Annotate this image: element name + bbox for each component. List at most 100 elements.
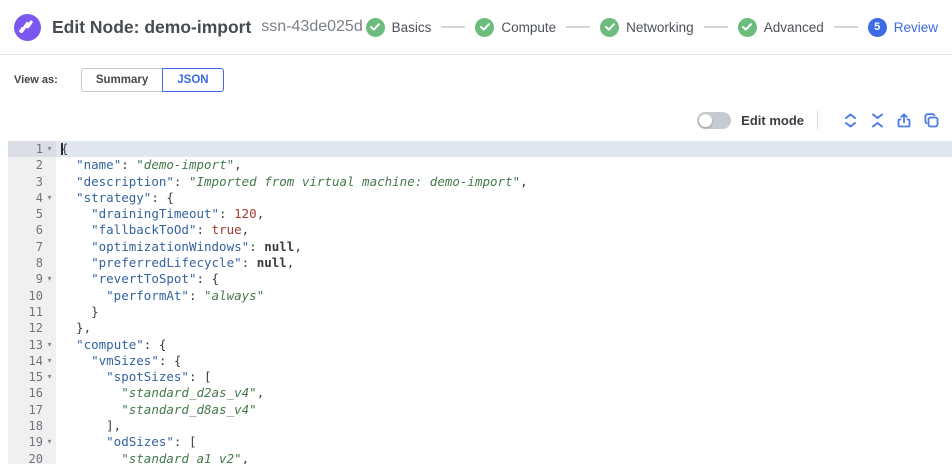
code-line[interactable]: 11 } — [8, 304, 952, 320]
code-text[interactable]: { — [56, 141, 952, 157]
gutter-cell: 5 — [8, 206, 56, 222]
line-number: 4 — [8, 190, 43, 206]
spot-logo-icon — [14, 14, 41, 41]
code-text[interactable]: "compute": { — [56, 337, 952, 353]
code-line[interactable]: 6 "fallbackToOd": true, — [8, 222, 952, 238]
view-as-row: View as: SummaryJSON — [0, 68, 952, 92]
toggle-knob — [699, 114, 712, 127]
line-number: 9 — [8, 271, 43, 287]
line-number: 20 — [8, 451, 43, 464]
step-number: 5 — [868, 18, 887, 37]
code-line[interactable]: 19▾ "odSizes": [ — [8, 434, 952, 450]
wizard-stepper: Basics Compute Networking Advanced 5 Review — [366, 18, 938, 37]
fold-arrow-icon[interactable]: ▾ — [43, 141, 56, 157]
line-number: 6 — [8, 222, 43, 238]
edit-mode-toggle[interactable] — [697, 112, 731, 129]
line-number: 2 — [8, 157, 43, 173]
gutter-cell: 7 — [8, 239, 56, 255]
line-number: 12 — [8, 320, 43, 336]
code-text[interactable]: "standard_a1_v2", — [56, 451, 952, 464]
view-as-toggle: SummaryJSON — [81, 68, 224, 92]
code-line[interactable]: 15▾ "spotSizes": [ — [8, 369, 952, 385]
step-basics[interactable]: Basics — [366, 18, 432, 37]
step-check-icon — [366, 18, 385, 37]
code-text[interactable]: "strategy": { — [56, 190, 952, 206]
code-text[interactable]: "revertToSpot": { — [56, 271, 952, 287]
line-number: 8 — [8, 255, 43, 271]
gutter-cell: 19▾ — [8, 434, 56, 450]
export-icon[interactable] — [896, 112, 912, 128]
code-line[interactable]: 12 }, — [8, 320, 952, 336]
gutter-cell: 13▾ — [8, 337, 56, 353]
json-editor[interactable]: 1▾{2 "name": "demo-import",3 "descriptio… — [0, 141, 952, 464]
header: Edit Node: demo-import ssn-43de025d Basi… — [0, 0, 952, 55]
collapse-all-icon[interactable] — [869, 112, 885, 128]
step-networking[interactable]: Networking — [600, 18, 694, 37]
fold-arrow-icon[interactable]: ▾ — [43, 369, 56, 385]
code-text[interactable]: } — [56, 304, 952, 320]
step-compute[interactable]: Compute — [475, 18, 556, 37]
line-number: 7 — [8, 239, 43, 255]
code-text[interactable]: "optimizationWindows": null, — [56, 239, 952, 255]
code-line[interactable]: 7 "optimizationWindows": null, — [8, 239, 952, 255]
code-line[interactable]: 13▾ "compute": { — [8, 337, 952, 353]
code-text[interactable]: "name": "demo-import", — [56, 157, 952, 173]
line-number: 14 — [8, 353, 43, 369]
gutter-cell: 10 — [8, 288, 56, 304]
code-line[interactable]: 2 "name": "demo-import", — [8, 157, 952, 173]
step-advanced[interactable]: Advanced — [738, 18, 824, 37]
fold-arrow-icon[interactable]: ▾ — [43, 271, 56, 287]
code-text[interactable]: "standard_d8as_v4" — [56, 402, 952, 418]
fold-arrow-icon[interactable]: ▾ — [43, 353, 56, 369]
gutter-cell: 3 — [8, 174, 56, 190]
fold-arrow-icon[interactable]: ▾ — [43, 434, 56, 450]
code-line[interactable]: 10 "performAt": "always" — [8, 288, 952, 304]
gutter-cell: 1▾ — [8, 141, 56, 157]
code-line[interactable]: 8 "preferredLifecycle": null, — [8, 255, 952, 271]
step-label: Review — [894, 20, 938, 35]
step-review[interactable]: 5 Review — [868, 18, 938, 37]
line-number: 19 — [8, 434, 43, 450]
line-number: 16 — [8, 385, 43, 401]
gutter-cell: 17 — [8, 402, 56, 418]
code-text[interactable]: }, — [56, 320, 952, 336]
code-text[interactable]: ], — [56, 418, 952, 434]
code-text[interactable]: "preferredLifecycle": null, — [56, 255, 952, 271]
step-label: Advanced — [764, 20, 824, 35]
view-as-json-button[interactable]: JSON — [162, 68, 223, 92]
code-line[interactable]: 20 "standard_a1_v2", — [8, 451, 952, 464]
copy-icon[interactable] — [923, 112, 939, 128]
code-text[interactable]: "drainingTimeout": 120, — [56, 206, 952, 222]
code-line[interactable]: 5 "drainingTimeout": 120, — [8, 206, 952, 222]
code-line[interactable]: 4▾ "strategy": { — [8, 190, 952, 206]
code-text[interactable]: "standard_d2as_v4", — [56, 385, 952, 401]
line-number: 1 — [8, 141, 43, 157]
line-number: 18 — [8, 418, 43, 434]
code-text[interactable]: "fallbackToOd": true, — [56, 222, 952, 238]
code-text[interactable]: "odSizes": [ — [56, 434, 952, 450]
step-label: Networking — [626, 20, 694, 35]
expand-all-icon[interactable] — [842, 112, 858, 128]
gutter-cell: 20 — [8, 451, 56, 464]
editor-toolbar: Edit mode — [0, 106, 952, 134]
code-line[interactable]: 1▾{ — [8, 141, 952, 157]
code-text[interactable]: "spotSizes": [ — [56, 369, 952, 385]
code-text[interactable]: "vmSizes": { — [56, 353, 952, 369]
fold-arrow-icon[interactable]: ▾ — [43, 337, 56, 353]
step-connector — [566, 26, 590, 28]
step-label: Basics — [392, 20, 432, 35]
code-line[interactable]: 14▾ "vmSizes": { — [8, 353, 952, 369]
gutter-cell: 18 — [8, 418, 56, 434]
code-text[interactable]: "description": "Imported from virtual ma… — [56, 174, 952, 190]
code-line[interactable]: 3 "description": "Imported from virtual … — [8, 174, 952, 190]
step-connector — [834, 26, 858, 28]
line-number: 17 — [8, 402, 43, 418]
code-text[interactable]: "performAt": "always" — [56, 288, 952, 304]
view-as-summary-button[interactable]: Summary — [81, 68, 163, 92]
code-line[interactable]: 17 "standard_d8as_v4" — [8, 402, 952, 418]
step-connector — [441, 26, 465, 28]
code-line[interactable]: 16 "standard_d2as_v4", — [8, 385, 952, 401]
code-line[interactable]: 18 ], — [8, 418, 952, 434]
fold-arrow-icon[interactable]: ▾ — [43, 190, 56, 206]
code-line[interactable]: 9▾ "revertToSpot": { — [8, 271, 952, 287]
